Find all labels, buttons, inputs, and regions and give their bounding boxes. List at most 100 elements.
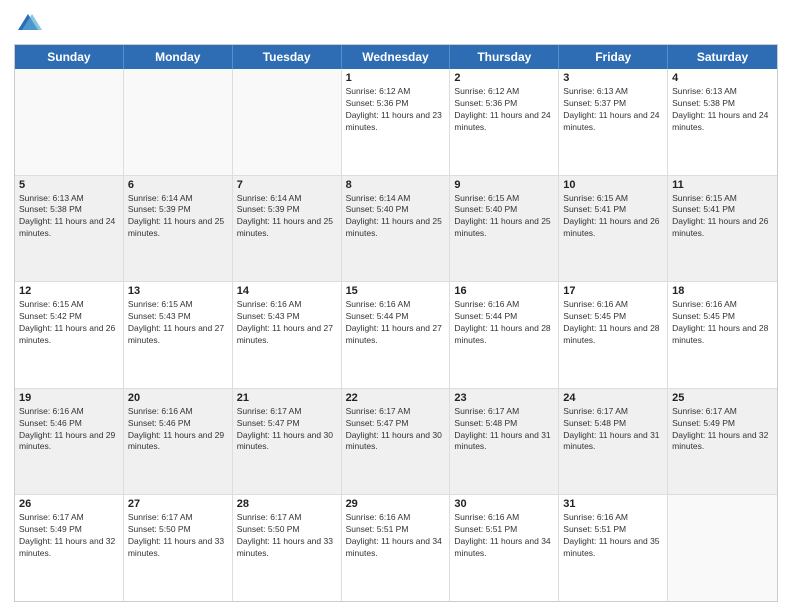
cell-info: Sunrise: 6:16 AM Sunset: 5:51 PM Dayligh… bbox=[563, 512, 663, 560]
day-number: 10 bbox=[563, 179, 663, 191]
cell-info: Sunrise: 6:17 AM Sunset: 5:48 PM Dayligh… bbox=[563, 406, 663, 454]
calendar-cell: 28 Sunrise: 6:17 AM Sunset: 5:50 PM Dayli… bbox=[233, 495, 342, 601]
calendar-row: 5Sunrise: 6:13 AM Sunset: 5:38 PM Daylig… bbox=[15, 175, 777, 282]
day-number: 18 bbox=[672, 285, 773, 297]
day-number: 14 bbox=[237, 285, 337, 297]
cell-info: Sunrise: 6:12 AM Sunset: 5:36 PM Dayligh… bbox=[346, 86, 446, 134]
calendar-cell: 24 Sunrise: 6:17 AM Sunset: 5:48 PM Dayli… bbox=[559, 389, 668, 495]
cell-info: Sunrise: 6:14 AM Sunset: 5:39 PM Dayligh… bbox=[128, 193, 228, 241]
cell-info: Sunrise: 6:16 AM Sunset: 5:51 PM Dayligh… bbox=[454, 512, 554, 560]
calendar-cell: 16Sunrise: 6:16 AM Sunset: 5:44 PM Dayli… bbox=[450, 282, 559, 388]
day-number: 5 bbox=[19, 179, 119, 191]
day-number: 29 bbox=[346, 498, 446, 510]
calendar-cell: 21 Sunrise: 6:17 AM Sunset: 5:47 PM Dayli… bbox=[233, 389, 342, 495]
day-number: 25 bbox=[672, 392, 773, 404]
calendar-cell: 4 Sunrise: 6:13 AM Sunset: 5:38 PM Daylig… bbox=[668, 69, 777, 175]
day-number: 26 bbox=[19, 498, 119, 510]
day-number: 1 bbox=[346, 72, 446, 84]
calendar-cell: 31 Sunrise: 6:16 AM Sunset: 5:51 PM Dayli… bbox=[559, 495, 668, 601]
cell-info: Sunrise: 6:15 AM Sunset: 5:43 PM Dayligh… bbox=[128, 299, 228, 347]
calendar-cell: 27Sunrise: 6:17 AM Sunset: 5:50 PM Dayli… bbox=[124, 495, 233, 601]
calendar-cell: 26 Sunrise: 6:17 AM Sunset: 5:49 PM Dayli… bbox=[15, 495, 124, 601]
day-number: 8 bbox=[346, 179, 446, 191]
calendar-cell bbox=[15, 69, 124, 175]
day-number: 21 bbox=[237, 392, 337, 404]
calendar-cell: 22 Sunrise: 6:17 AM Sunset: 5:47 PM Dayli… bbox=[342, 389, 451, 495]
day-number: 22 bbox=[346, 392, 446, 404]
day-number: 24 bbox=[563, 392, 663, 404]
cell-info: Sunrise: 6:13 AM Sunset: 5:38 PM Dayligh… bbox=[672, 86, 773, 134]
cell-info: Sunrise: 6:16 AM Sunset: 5:45 PM Dayligh… bbox=[563, 299, 663, 347]
calendar-header-cell: Thursday bbox=[450, 45, 559, 69]
cell-info: Sunrise: 6:17 AM Sunset: 5:50 PM Dayligh… bbox=[237, 512, 337, 560]
cell-info: Sunrise: 6:15 AM Sunset: 5:41 PM Dayligh… bbox=[563, 193, 663, 241]
calendar-cell: 25 Sunrise: 6:17 AM Sunset: 5:49 PM Dayli… bbox=[668, 389, 777, 495]
calendar-cell bbox=[124, 69, 233, 175]
calendar-header-cell: Tuesday bbox=[233, 45, 342, 69]
day-number: 12 bbox=[19, 285, 119, 297]
cell-info: Sunrise: 6:17 AM Sunset: 5:49 PM Dayligh… bbox=[672, 406, 773, 454]
day-number: 31 bbox=[563, 498, 663, 510]
cell-info: Sunrise: 6:17 AM Sunset: 5:48 PM Dayligh… bbox=[454, 406, 554, 454]
calendar-cell: 17 Sunrise: 6:16 AM Sunset: 5:45 PM Dayli… bbox=[559, 282, 668, 388]
calendar-body: 1 Sunrise: 6:12 AM Sunset: 5:36 PM Daylig… bbox=[15, 69, 777, 601]
calendar-cell: 19 Sunrise: 6:16 AM Sunset: 5:46 PM Dayli… bbox=[15, 389, 124, 495]
day-number: 30 bbox=[454, 498, 554, 510]
calendar-cell: 29 Sunrise: 6:16 AM Sunset: 5:51 PM Dayli… bbox=[342, 495, 451, 601]
calendar: SundayMondayTuesdayWednesdayThursdayFrid… bbox=[14, 44, 778, 602]
cell-info: Sunrise: 6:15 AM Sunset: 5:40 PM Dayligh… bbox=[454, 193, 554, 241]
cell-info: Sunrise: 6:14 AM Sunset: 5:39 PM Dayligh… bbox=[237, 193, 337, 241]
cell-info: Sunrise: 6:16 AM Sunset: 5:44 PM Dayligh… bbox=[346, 299, 446, 347]
calendar-cell: 18 Sunrise: 6:16 AM Sunset: 5:45 PM Dayli… bbox=[668, 282, 777, 388]
calendar-header-cell: Friday bbox=[559, 45, 668, 69]
calendar-header-cell: Saturday bbox=[668, 45, 777, 69]
day-number: 6 bbox=[128, 179, 228, 191]
day-number: 11 bbox=[672, 179, 773, 191]
day-number: 7 bbox=[237, 179, 337, 191]
calendar-cell bbox=[668, 495, 777, 601]
day-number: 16 bbox=[454, 285, 554, 297]
cell-info: Sunrise: 6:17 AM Sunset: 5:47 PM Dayligh… bbox=[237, 406, 337, 454]
calendar-header-cell: Monday bbox=[124, 45, 233, 69]
calendar-cell: 8Sunrise: 6:14 AM Sunset: 5:40 PM Daylig… bbox=[342, 176, 451, 282]
calendar-cell: 11 Sunrise: 6:15 AM Sunset: 5:41 PM Dayli… bbox=[668, 176, 777, 282]
day-number: 2 bbox=[454, 72, 554, 84]
calendar-cell: 5Sunrise: 6:13 AM Sunset: 5:38 PM Daylig… bbox=[15, 176, 124, 282]
calendar-row: 1 Sunrise: 6:12 AM Sunset: 5:36 PM Daylig… bbox=[15, 69, 777, 175]
calendar-row: 12 Sunrise: 6:15 AM Sunset: 5:42 PM Dayli… bbox=[15, 281, 777, 388]
calendar-cell: 23 Sunrise: 6:17 AM Sunset: 5:48 PM Dayli… bbox=[450, 389, 559, 495]
calendar-cell bbox=[233, 69, 342, 175]
calendar-cell: 7 Sunrise: 6:14 AM Sunset: 5:39 PM Daylig… bbox=[233, 176, 342, 282]
calendar-cell: 10 Sunrise: 6:15 AM Sunset: 5:41 PM Dayli… bbox=[559, 176, 668, 282]
day-number: 20 bbox=[128, 392, 228, 404]
day-number: 27 bbox=[128, 498, 228, 510]
calendar-header-row: SundayMondayTuesdayWednesdayThursdayFrid… bbox=[15, 45, 777, 69]
calendar-header-cell: Sunday bbox=[15, 45, 124, 69]
cell-info: Sunrise: 6:16 AM Sunset: 5:45 PM Dayligh… bbox=[672, 299, 773, 347]
day-number: 28 bbox=[237, 498, 337, 510]
calendar-cell: 6 Sunrise: 6:14 AM Sunset: 5:39 PM Daylig… bbox=[124, 176, 233, 282]
cell-info: Sunrise: 6:16 AM Sunset: 5:51 PM Dayligh… bbox=[346, 512, 446, 560]
cell-info: Sunrise: 6:17 AM Sunset: 5:49 PM Dayligh… bbox=[19, 512, 119, 560]
header bbox=[14, 10, 778, 38]
cell-info: Sunrise: 6:15 AM Sunset: 5:42 PM Dayligh… bbox=[19, 299, 119, 347]
cell-info: Sunrise: 6:16 AM Sunset: 5:46 PM Dayligh… bbox=[19, 406, 119, 454]
day-number: 15 bbox=[346, 285, 446, 297]
cell-info: Sunrise: 6:12 AM Sunset: 5:36 PM Dayligh… bbox=[454, 86, 554, 134]
day-number: 19 bbox=[19, 392, 119, 404]
calendar-cell: 9 Sunrise: 6:15 AM Sunset: 5:40 PM Daylig… bbox=[450, 176, 559, 282]
cell-info: Sunrise: 6:17 AM Sunset: 5:47 PM Dayligh… bbox=[346, 406, 446, 454]
day-number: 3 bbox=[563, 72, 663, 84]
page: SundayMondayTuesdayWednesdayThursdayFrid… bbox=[0, 0, 792, 612]
day-number: 23 bbox=[454, 392, 554, 404]
day-number: 17 bbox=[563, 285, 663, 297]
calendar-cell: 15 Sunrise: 6:16 AM Sunset: 5:44 PM Dayli… bbox=[342, 282, 451, 388]
day-number: 4 bbox=[672, 72, 773, 84]
cell-info: Sunrise: 6:13 AM Sunset: 5:37 PM Dayligh… bbox=[563, 86, 663, 134]
day-number: 9 bbox=[454, 179, 554, 191]
cell-info: Sunrise: 6:16 AM Sunset: 5:43 PM Dayligh… bbox=[237, 299, 337, 347]
logo-icon bbox=[14, 10, 42, 38]
calendar-cell: 2 Sunrise: 6:12 AM Sunset: 5:36 PM Daylig… bbox=[450, 69, 559, 175]
cell-info: Sunrise: 6:15 AM Sunset: 5:41 PM Dayligh… bbox=[672, 193, 773, 241]
calendar-row: 19 Sunrise: 6:16 AM Sunset: 5:46 PM Dayli… bbox=[15, 388, 777, 495]
